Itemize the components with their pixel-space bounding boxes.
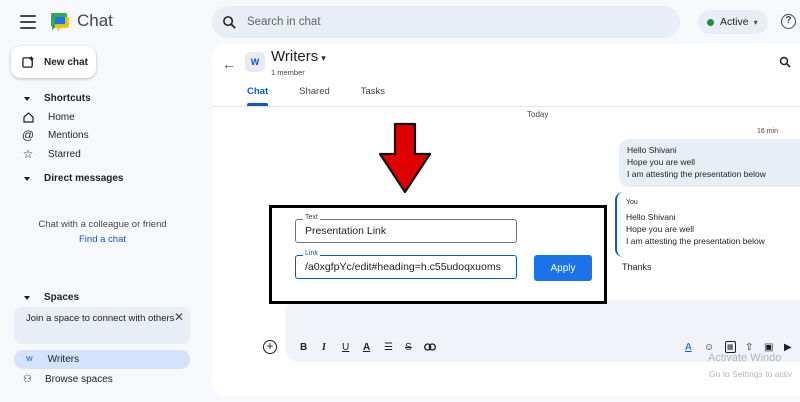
space-label: Writers <box>47 354 80 365</box>
link-field[interactable]: Link <box>295 250 517 279</box>
day-separator: Today <box>527 110 549 119</box>
sidebar-item-label: Starred <box>48 148 81 160</box>
quoted-author: You <box>626 199 638 206</box>
new-chat-button[interactable]: New chat <box>11 46 96 78</box>
message-bubble: Hello Shivani Hope you are well I am att… <box>619 139 800 187</box>
status-selector[interactable]: Active ▾ <box>698 10 768 34</box>
quoted-message[interactable]: You Hello Shivani Hope you are well I am… <box>615 192 800 257</box>
apply-button[interactable]: Apply <box>534 255 592 281</box>
text-color-icon[interactable]: A <box>363 341 370 353</box>
room-member-count: 1 member <box>271 68 305 77</box>
strikethrough-icon[interactable]: S <box>405 341 412 353</box>
room-tabs: Chat Shared Tasks <box>247 86 416 106</box>
underline-icon[interactable]: U <box>342 341 349 353</box>
direct-messages-section-toggle[interactable]: Direct messages <box>24 173 124 184</box>
close-icon[interactable]: ✕ <box>174 311 184 323</box>
video-call-icon[interactable]: ▶ <box>784 341 792 353</box>
text-input[interactable] <box>296 220 516 242</box>
status-dot-icon <box>707 18 714 26</box>
reply-text: Thanks <box>622 262 652 272</box>
direct-messages-label: Direct messages <box>44 173 124 184</box>
link-dialog: Text Link Apply <box>269 205 607 304</box>
people-icon: ⚇ <box>23 374 32 385</box>
chevron-down-icon: ▾ <box>321 53 326 63</box>
message-line: Hope you are well <box>626 224 695 234</box>
home-icon <box>22 111 34 123</box>
chat-logo-icon <box>51 13 69 31</box>
spaces-label: Spaces <box>44 292 80 303</box>
dm-empty-text: Chat with a colleague or friend <box>38 219 167 230</box>
sidebar-item-starred[interactable]: ☆ Starred <box>22 147 81 161</box>
room-title: Writers <box>271 48 319 65</box>
message-line: Hello Shivani <box>626 212 676 222</box>
top-bar: Chat Active ▾ ? <box>0 0 800 44</box>
new-chat-label: New chat <box>44 56 88 68</box>
bulleted-list-icon[interactable]: ☰ <box>384 341 393 353</box>
message-line: I am attesting the presentation below <box>627 169 766 179</box>
caret-down-icon <box>24 295 30 300</box>
link-input[interactable] <box>296 256 516 278</box>
format-text-icon[interactable]: A <box>685 341 692 353</box>
browse-spaces-item[interactable]: ⚇ Browse spaces <box>23 374 113 385</box>
room-title-button[interactable]: Writers ▾ <box>271 48 326 65</box>
text-field[interactable]: Text <box>295 214 517 243</box>
main-menu-icon[interactable] <box>20 15 36 29</box>
caret-down-icon <box>24 176 30 181</box>
tab-tasks[interactable]: Tasks <box>361 86 385 106</box>
search-icon[interactable] <box>779 56 791 68</box>
new-chat-icon <box>22 55 34 68</box>
sidebar-item-home[interactable]: Home <box>22 111 75 123</box>
app-title: Chat <box>77 11 113 30</box>
message-line: I am attesting the presentation below <box>626 236 765 246</box>
link-field-label: Link <box>303 250 320 258</box>
shortcuts-section-toggle[interactable]: Shortcuts <box>24 93 91 104</box>
windows-watermark-subtext: Go to Settings to activ <box>709 369 793 379</box>
browse-spaces-label: Browse spaces <box>44 374 113 385</box>
join-space-text: Join a space to connect with others <box>26 313 175 324</box>
message-line: Hello Shivani <box>627 145 677 155</box>
tab-chat[interactable]: Chat <box>247 86 269 106</box>
shortcuts-label: Shortcuts <box>44 93 91 104</box>
search-icon <box>223 15 236 29</box>
bold-icon[interactable]: B <box>300 341 307 353</box>
text-field-label: Text <box>303 214 320 222</box>
find-chat-link[interactable]: Find a chat <box>0 234 205 245</box>
search-bar[interactable] <box>212 6 680 38</box>
space-badge: W <box>26 356 33 363</box>
add-icon[interactable]: + <box>263 340 277 354</box>
spaces-section-toggle[interactable]: Spaces <box>24 292 79 303</box>
tab-shared[interactable]: Shared <box>299 86 330 106</box>
search-input[interactable] <box>247 16 647 28</box>
join-space-card: Join a space to connect with others ✕ <box>14 307 190 344</box>
room-avatar: W <box>245 52 265 72</box>
red-arrow-annotation <box>378 122 432 194</box>
message-line: Hope you are well <box>627 157 696 167</box>
sidebar-item-label: Home <box>48 111 75 123</box>
link-icon[interactable] <box>424 341 436 353</box>
space-item-writers[interactable]: W Writers <box>14 350 190 369</box>
caret-down-icon <box>24 96 30 101</box>
chevron-down-icon: ▾ <box>753 17 758 27</box>
windows-watermark: Activate Windo <box>708 352 782 364</box>
at-sign-icon: @ <box>21 128 35 142</box>
help-icon[interactable]: ? <box>781 14 796 29</box>
divider <box>212 106 800 107</box>
message-timestamp: 16 min <box>757 128 779 135</box>
star-icon: ☆ <box>22 147 34 161</box>
italic-icon[interactable]: I <box>322 341 326 353</box>
sidebar-item-mentions[interactable]: @ Mentions <box>21 128 89 142</box>
back-arrow-icon[interactable]: ← <box>222 56 236 72</box>
status-label: Active <box>720 16 749 28</box>
sidebar-item-label: Mentions <box>48 129 89 141</box>
